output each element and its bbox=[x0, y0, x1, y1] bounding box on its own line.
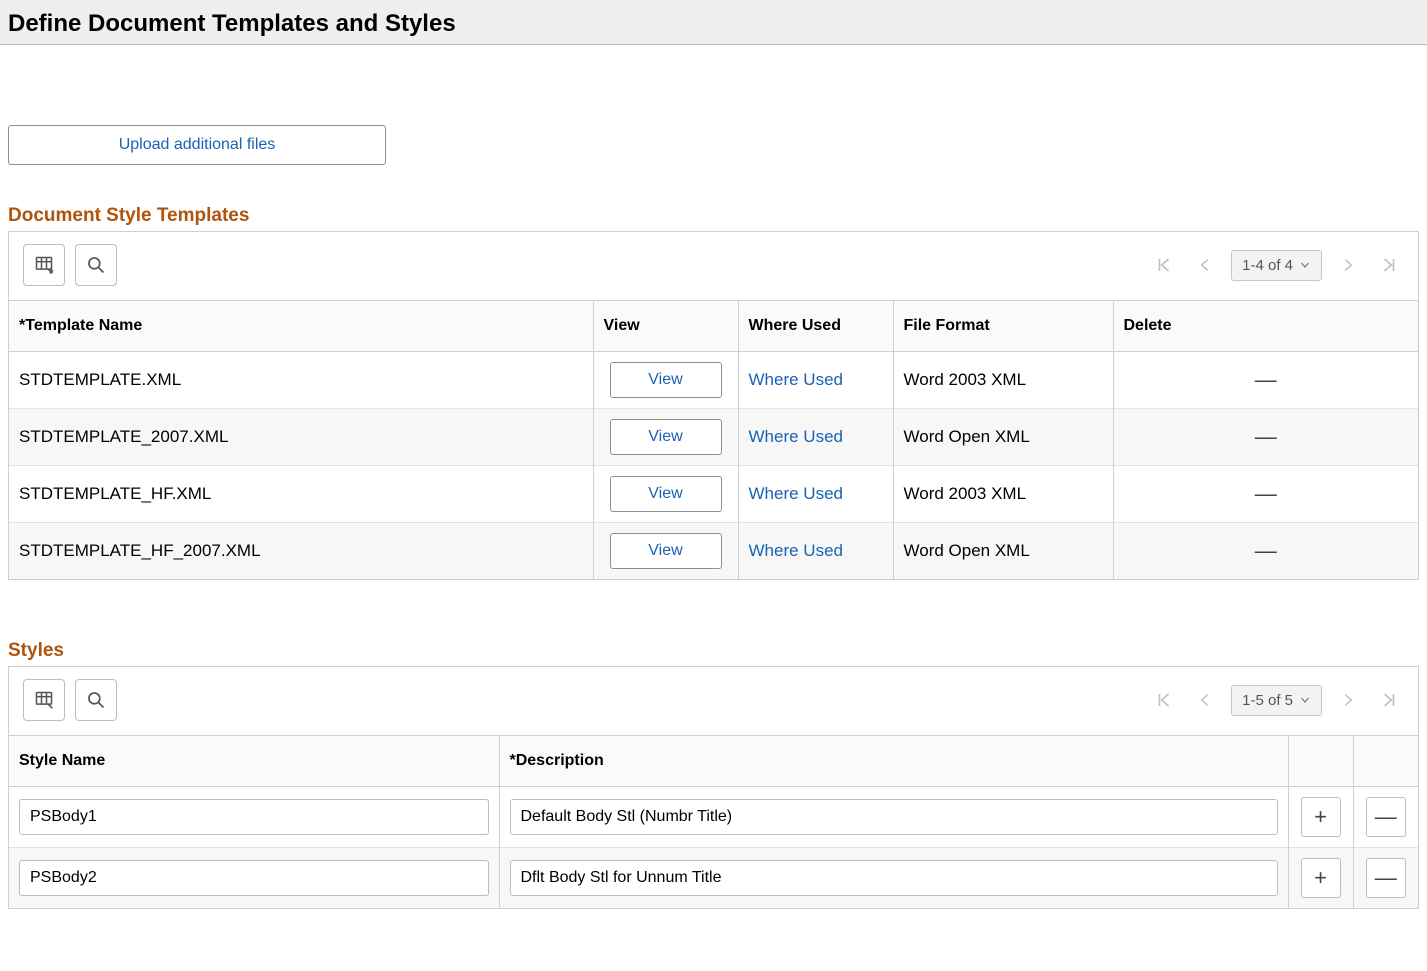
minus-icon: — bbox=[1375, 867, 1397, 889]
view-button[interactable]: View bbox=[610, 476, 722, 512]
file-format-cell: Word 2003 XML bbox=[893, 352, 1113, 409]
first-page-icon[interactable] bbox=[1149, 252, 1179, 278]
template-name-cell: STDTEMPLATE_HF_2007.XML bbox=[9, 523, 593, 580]
delete-row-button[interactable]: — bbox=[1366, 858, 1406, 898]
where-used-link[interactable]: Where Used bbox=[749, 370, 843, 389]
table-row: STDTEMPLATE_HF.XML View Where Used Word … bbox=[9, 466, 1418, 523]
col-file-format[interactable]: File Format bbox=[893, 301, 1113, 352]
templates-section-title: Document Style Templates bbox=[8, 205, 1419, 227]
description-input[interactable] bbox=[510, 799, 1278, 835]
grid-settings-icon[interactable] bbox=[23, 679, 65, 721]
table-row: + — bbox=[9, 848, 1418, 909]
search-icon[interactable] bbox=[75, 244, 117, 286]
style-name-input[interactable] bbox=[19, 860, 489, 896]
template-name-cell: STDTEMPLATE_HF.XML bbox=[9, 466, 593, 523]
page-range-select[interactable]: 1-5 of 5 bbox=[1231, 685, 1322, 716]
where-used-link[interactable]: Where Used bbox=[749, 541, 843, 560]
col-description[interactable]: *Description bbox=[499, 736, 1288, 787]
next-page-icon[interactable] bbox=[1334, 688, 1362, 712]
page-title: Define Document Templates and Styles bbox=[8, 10, 1419, 38]
chevron-down-icon bbox=[1299, 259, 1311, 271]
templates-grid: 1-4 of 4 bbox=[8, 231, 1419, 580]
table-row: STDTEMPLATE_HF_2007.XML View Where Used … bbox=[9, 523, 1418, 580]
add-row-button[interactable]: + bbox=[1301, 797, 1341, 837]
style-name-input[interactable] bbox=[19, 799, 489, 835]
prev-page-icon[interactable] bbox=[1191, 688, 1219, 712]
where-used-link[interactable]: Where Used bbox=[749, 427, 843, 446]
delete-row-button[interactable]: — bbox=[1255, 538, 1277, 563]
col-style-name[interactable]: Style Name bbox=[9, 736, 499, 787]
description-input[interactable] bbox=[510, 860, 1278, 896]
prev-page-icon[interactable] bbox=[1191, 253, 1219, 277]
plus-icon: + bbox=[1314, 806, 1327, 828]
delete-row-button[interactable]: — bbox=[1255, 367, 1277, 392]
delete-row-button[interactable]: — bbox=[1255, 481, 1277, 506]
minus-icon: — bbox=[1375, 806, 1397, 828]
next-page-icon[interactable] bbox=[1334, 253, 1362, 277]
delete-row-button[interactable]: — bbox=[1255, 424, 1277, 449]
plus-icon: + bbox=[1314, 867, 1327, 889]
col-remove bbox=[1353, 736, 1418, 787]
chevron-down-icon bbox=[1299, 694, 1311, 706]
page-range-label: 1-5 of 5 bbox=[1242, 692, 1293, 709]
grid-settings-icon[interactable] bbox=[23, 244, 65, 286]
view-button[interactable]: View bbox=[610, 533, 722, 569]
delete-row-button[interactable]: — bbox=[1366, 797, 1406, 837]
template-name-cell: STDTEMPLATE.XML bbox=[9, 352, 593, 409]
page-range-select[interactable]: 1-4 of 4 bbox=[1231, 250, 1322, 281]
last-page-icon[interactable] bbox=[1374, 252, 1404, 278]
upload-additional-files-button[interactable]: Upload additional files bbox=[8, 125, 386, 165]
page-range-label: 1-4 of 4 bbox=[1242, 257, 1293, 274]
view-button[interactable]: View bbox=[610, 362, 722, 398]
table-row: + — bbox=[9, 787, 1418, 848]
col-add bbox=[1288, 736, 1353, 787]
search-icon[interactable] bbox=[75, 679, 117, 721]
file-format-cell: Word 2003 XML bbox=[893, 466, 1113, 523]
file-format-cell: Word Open XML bbox=[893, 523, 1113, 580]
col-where-used[interactable]: Where Used bbox=[738, 301, 893, 352]
col-template-name[interactable]: *Template Name bbox=[9, 301, 593, 352]
table-row: STDTEMPLATE.XML View Where Used Word 200… bbox=[9, 352, 1418, 409]
template-name-cell: STDTEMPLATE_2007.XML bbox=[9, 409, 593, 466]
last-page-icon[interactable] bbox=[1374, 687, 1404, 713]
col-view[interactable]: View bbox=[593, 301, 738, 352]
table-row: STDTEMPLATE_2007.XML View Where Used Wor… bbox=[9, 409, 1418, 466]
styles-grid: 1-5 of 5 bbox=[8, 666, 1419, 909]
view-button[interactable]: View bbox=[610, 419, 722, 455]
first-page-icon[interactable] bbox=[1149, 687, 1179, 713]
file-format-cell: Word Open XML bbox=[893, 409, 1113, 466]
col-delete[interactable]: Delete bbox=[1113, 301, 1418, 352]
where-used-link[interactable]: Where Used bbox=[749, 484, 843, 503]
add-row-button[interactable]: + bbox=[1301, 858, 1341, 898]
styles-section-title: Styles bbox=[8, 640, 1419, 662]
